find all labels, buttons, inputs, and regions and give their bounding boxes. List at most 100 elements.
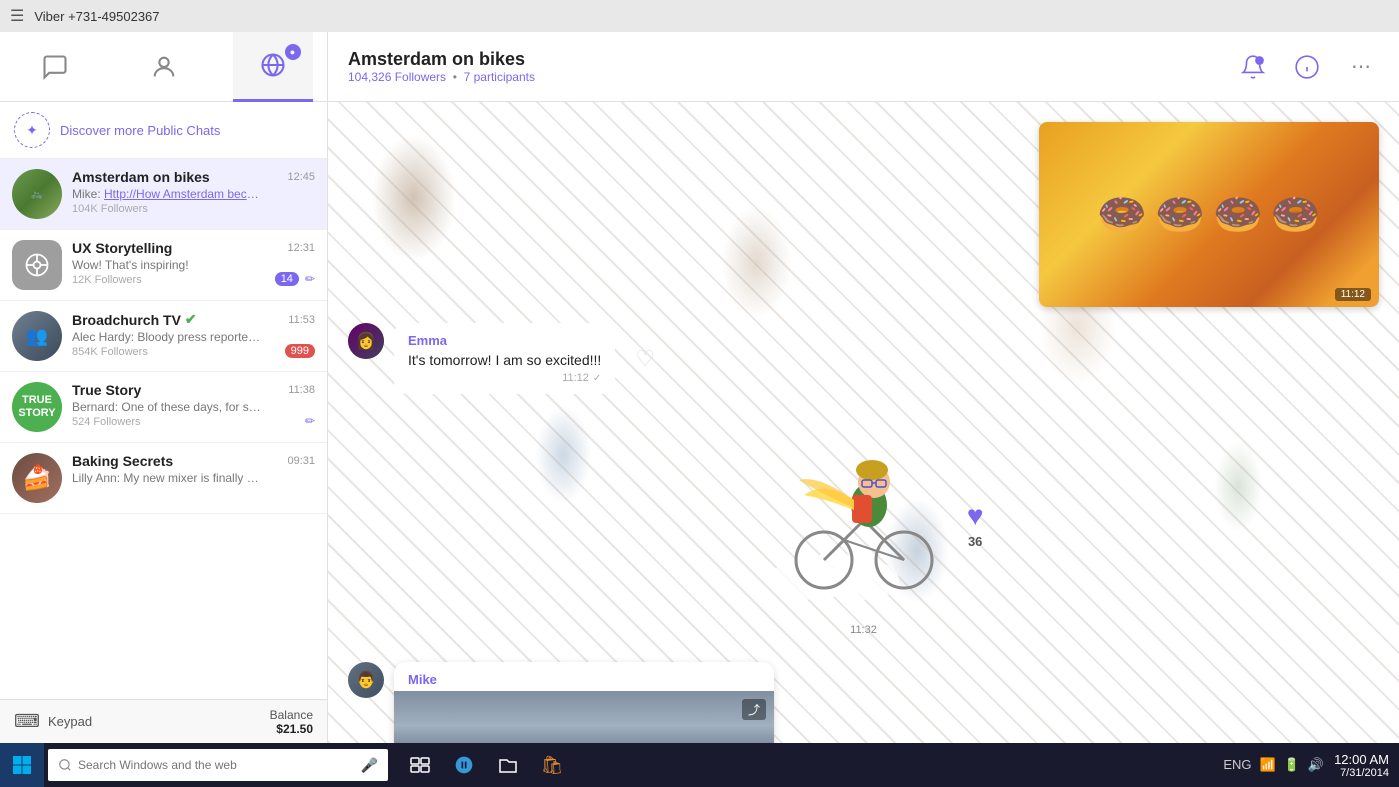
notification-button[interactable] [1235,49,1271,85]
keypad-section[interactable]: ⌨ Keypad [14,711,92,732]
msg-time-emma: 11:12 [562,372,589,384]
balance-section: Balance $21.50 [270,708,313,736]
tab-contacts[interactable] [124,32,204,102]
main-layout: ● ✦ Discover more Public Chats 🚲 Amsterd… [0,32,1399,743]
chat-preview-truestory: Bernard: One of these days, for sure 😜 [72,400,262,414]
chat-list: 🚲 Amsterdam on bikes 12:45 Mike: Http://… [0,159,327,699]
tab-public-chats[interactable]: ● [233,32,313,102]
hamburger-menu[interactable]: ☰ [10,6,24,26]
sidebar-bottom: ⌨ Keypad Balance $21.50 [0,699,327,743]
balance-amount: $21.50 [270,722,313,736]
taskbar-date: 7/31/2014 [1334,767,1389,779]
chat-area: Amsterdam on bikes 104,326 Followers • 7… [328,32,1399,743]
chat-item-broadchurch[interactable]: 👥 Broadchurch TV ✔ 11:53 Alec Hardy: Blo… [0,301,327,372]
chat-time-amsterdam: 12:45 [287,171,315,183]
chat-header-actions: ⋯ [1235,49,1379,85]
discover-bar[interactable]: ✦ Discover more Public Chats [0,102,327,159]
msg-row-mike: 👨 Mike 🚲🚲🚲 [348,662,1379,743]
msg-sticker: ♥ 36 11:32 [754,420,974,636]
chat-item-baking[interactable]: 🍰 Baking Secrets 09:31 Lilly Ann: My new… [0,443,327,514]
like-button-emma[interactable]: ♡ [635,346,655,372]
chat-name-baking: Baking Secrets [72,453,173,469]
chat-title: Amsterdam on bikes [348,49,535,70]
sidebar-tabs: ● [0,32,327,102]
msg-text-emma: It's tomorrow! I am so excited!!! [408,352,601,368]
keypad-label: Keypad [48,714,92,729]
chat-info-baking: Baking Secrets 09:31 Lilly Ann: My new m… [72,453,315,485]
input-icon: ENG [1223,757,1251,773]
sticker-heart[interactable]: ♥ [967,500,984,532]
chat-header: Amsterdam on bikes 104,326 Followers • 7… [328,32,1399,102]
badge-broadchurch: 999 [285,344,315,358]
mic-icon[interactable]: 🎤 [361,757,378,774]
avatar-broadchurch: 👥 [12,311,62,361]
balance-label: Balance [270,708,313,722]
chat-info-broadchurch: Broadchurch TV ✔ 11:53 Alec Hardy: Blood… [72,311,315,358]
chat-info-truestory: True Story 11:38 Bernard: One of these d… [72,382,315,428]
msg-sender-mike: Mike [394,662,774,691]
chat-followers-broadchurch: 854K Followers [72,346,148,358]
file-explorer-button[interactable] [488,743,528,787]
avatar-truestory: TRUESTORY [12,382,62,432]
taskbar-icons: 🛍 [400,743,572,787]
verified-icon: ✔ [185,311,197,328]
network-icon: 📶 [1260,757,1276,773]
avatar-emma: 👩 [348,323,384,359]
chat-info-ux: UX Storytelling 12:31 Wow! That's inspir… [72,240,315,286]
chat-followers-ux: 12K Followers [72,274,142,286]
chat-item-amsterdam[interactable]: 🚲 Amsterdam on bikes 12:45 Mike: Http://… [0,159,327,230]
taskbar-time: 12:00 AM [1334,752,1389,767]
msg-row-emma: 👩 Emma It's tomorrow! I am so excited!!!… [348,323,1379,394]
tab-chats[interactable] [15,32,95,102]
search-bar[interactable]: 🎤 [48,749,388,781]
sidebar: ● ✦ Discover more Public Chats 🚲 Amsterd… [0,32,328,743]
app-title: Viber +731-49502367 [34,9,159,24]
msg-sender-emma: Emma [408,333,601,348]
store-button[interactable]: 🛍 [532,743,572,787]
msg-image-food: 🍩 🍩 🍩 🍩 11:12 [348,122,1379,307]
chat-participants: 7 participants [464,70,535,84]
start-button[interactable] [0,743,44,787]
avatar-baking: 🍰 [12,453,62,503]
chat-item-ux[interactable]: UX Storytelling 12:31 Wow! That's inspir… [0,230,327,301]
share-icon[interactable]: ⤴ [742,699,766,720]
chat-followers-truestory: 524 Followers [72,416,140,428]
chat-header-info: Amsterdam on bikes 104,326 Followers • 7… [348,49,535,84]
chat-name-amsterdam: Amsterdam on bikes [72,169,210,185]
edit-icon-truestory: ✏ [305,414,315,428]
chat-time-broadchurch: 11:53 [288,314,315,326]
edge-browser-button[interactable] [444,743,484,787]
sticker-time: 11:32 [754,624,974,636]
msg-tick-emma: ✓ [593,373,601,384]
msg-time-image: 11:12 [1335,288,1371,301]
time-block: 12:00 AM 7/31/2014 [1334,752,1389,779]
chat-time-ux: 12:31 [287,242,315,254]
chat-name-ux: UX Storytelling [72,240,172,256]
search-input[interactable] [78,758,355,772]
chat-preview-broadchurch: Alec Hardy: Bloody press reporters. Elli… [72,330,262,344]
public-chats-badge: ● [285,44,301,60]
task-view-button[interactable] [400,743,440,787]
chat-name-truestory: True Story [72,382,141,398]
sticker-like-count: 36 [968,534,982,549]
more-options-button[interactable]: ⋯ [1343,49,1379,85]
discover-label: Discover more Public Chats [60,123,220,138]
info-button[interactable] [1289,49,1325,85]
battery-icon: 🔋 [1284,757,1300,773]
chat-info-amsterdam: Amsterdam on bikes 12:45 Mike: Http://Ho… [72,169,315,215]
system-icons: ENG 📶 🔋 🔊 [1223,757,1324,773]
title-bar: ☰ Viber +731-49502367 [0,0,1399,32]
search-icon [58,758,72,772]
amsterdam-image: 🚲🚲🚲 ⤴ [394,691,774,743]
edit-icon-ux: ✏ [305,272,315,286]
chat-preview-baking: Lilly Ann: My new mixer is finally here! [72,471,262,485]
chat-followers-count: 104,326 Followers [348,70,446,84]
chat-item-truestory[interactable]: TRUESTORY True Story 11:38 Bernard: One … [0,372,327,443]
taskbar-right: ENG 📶 🔋 🔊 12:00 AM 7/31/2014 [1223,752,1399,779]
avatar-ux [12,240,62,290]
chat-time-truestory: 11:38 [288,384,315,396]
msg-link-bubble: Mike 🚲🚲🚲 [394,662,774,743]
messages-container: 🍩 🍩 🍩 🍩 11:12 👩 Emma [328,102,1399,743]
msg-bubble-emma: Emma It's tomorrow! I am so excited!!! 1… [394,323,615,394]
volume-icon: 🔊 [1308,757,1324,773]
